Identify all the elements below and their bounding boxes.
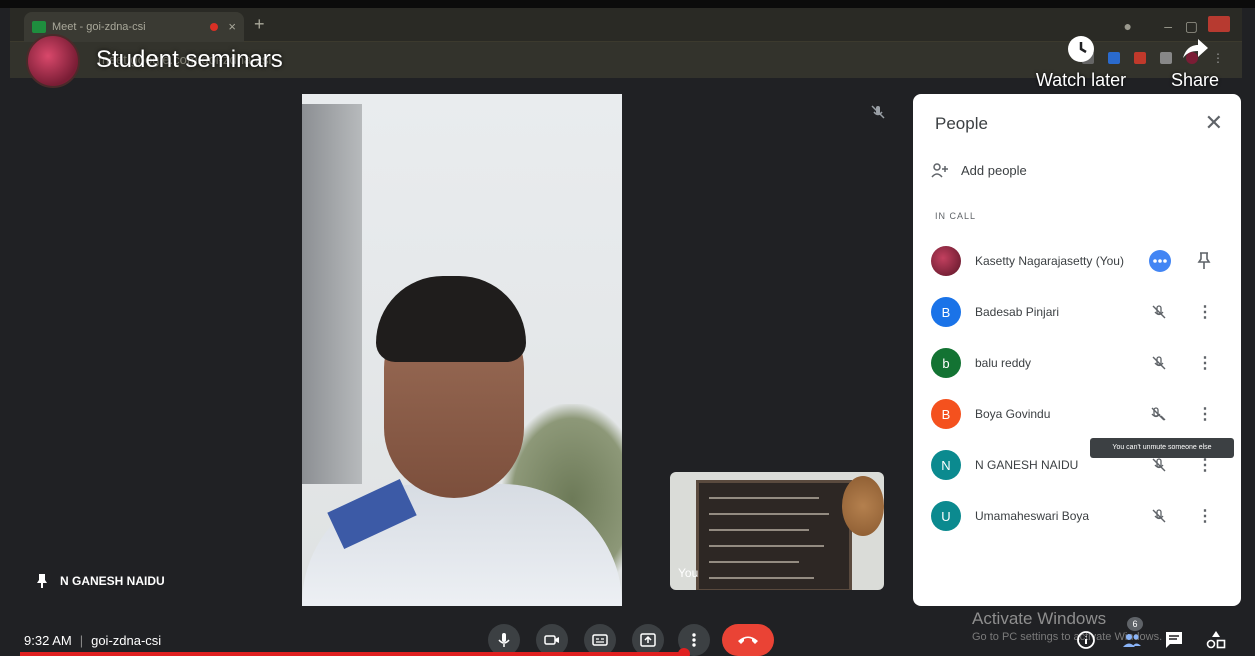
in-call-heading: IN CALL [935, 211, 977, 221]
meeting-info: 9:32 AM | goi-zdna-csi [24, 633, 161, 648]
participant-name: Boya Govindu [975, 407, 1051, 421]
tab-title: Meet - goi-zdna-csi [52, 21, 146, 33]
video-progress-scrubber[interactable] [678, 648, 690, 656]
people-panel-title: People [935, 114, 988, 133]
mic-off-icon[interactable] [1151, 355, 1167, 371]
participant-avatar: U [931, 501, 961, 531]
pin-icon [37, 574, 47, 588]
captions-icon [592, 634, 608, 646]
share-button[interactable]: Share [1140, 34, 1250, 91]
main-video-tile[interactable] [302, 94, 622, 606]
self-view-blackboard [696, 480, 852, 590]
meeting-details-icon[interactable] [1076, 630, 1096, 650]
stage-mic-off-icon [871, 105, 885, 119]
camera-icon [544, 635, 559, 645]
participant-name: N GANESH NAIDU [975, 458, 1079, 472]
self-view-label: You [678, 566, 699, 580]
participant-avatar: N [931, 450, 961, 480]
leave-call-button[interactable] [722, 624, 774, 656]
video-person-hair [376, 276, 526, 362]
pinned-participant-name: N GANESH NAIDU [60, 574, 165, 588]
more-options-icon[interactable]: ⋮ [1197, 455, 1213, 475]
window-close-button[interactable] [1208, 16, 1230, 32]
more-options-icon[interactable]: ⋮ [1197, 302, 1213, 322]
mic-icon [498, 633, 510, 647]
watch-later-button[interactable]: Watch later [1026, 34, 1136, 91]
participant-avatar: b [931, 348, 961, 378]
more-options-icon[interactable]: ⋮ [1197, 506, 1213, 526]
channel-avatar[interactable] [26, 34, 80, 88]
participant-name: Badesab Pinjari [975, 305, 1060, 319]
activate-windows-title: Activate Windows [972, 609, 1107, 628]
new-tab-button[interactable]: + [254, 14, 265, 35]
mic-off-icon[interactable] [1151, 457, 1167, 473]
window-frame [0, 0, 1255, 8]
participant-avatar [931, 246, 961, 276]
tab-close-button[interactable]: × [228, 12, 236, 42]
unmute-tooltip: You can't unmute someone else [1090, 438, 1234, 458]
more-options-icon[interactable]: ⋮ [1197, 404, 1213, 424]
vertical-dots-icon [692, 633, 696, 647]
clock-time: 9:32 AM [24, 633, 72, 648]
participant-row[interactable]: b balu reddy ⋮ [931, 347, 1231, 379]
phone-hangup-icon [738, 636, 758, 644]
screen: Meet - goi-zdna-csi × + ● – ▢ meet.googl… [0, 0, 1255, 656]
video-background-building [302, 104, 362, 484]
add-person-icon [931, 163, 948, 178]
more-options-icon[interactable]: ⋮ [1197, 353, 1213, 373]
people-panel-close-button[interactable]: ✕ [1205, 110, 1223, 136]
people-icon[interactable] [1122, 630, 1142, 650]
pinned-participant-label: N GANESH NAIDU [36, 574, 165, 588]
participant-avatar: B [931, 399, 961, 429]
participant-name: Kasetty Nagarajasetty (You) [975, 254, 1124, 268]
present-icon [640, 633, 656, 647]
participant-avatar: B [931, 297, 961, 327]
pin-participant-icon[interactable] [1197, 252, 1211, 270]
activities-icon[interactable] [1206, 630, 1226, 650]
people-panel: People ✕ Add people IN CALL Kasetty Naga… [913, 94, 1241, 606]
participant-count-badge: 6 [1127, 617, 1143, 631]
clock-icon [1068, 36, 1094, 62]
maximize-button[interactable]: ▢ [1185, 18, 1198, 35]
participant-row[interactable]: B Badesab Pinjari ⋮ [931, 296, 1231, 328]
self-view-hand [842, 476, 884, 536]
minimize-button[interactable]: – [1164, 18, 1172, 34]
share-label: Share [1170, 70, 1220, 90]
mic-off-icon[interactable] [1151, 508, 1167, 524]
account-circle-icon[interactable]: ● [1124, 18, 1132, 34]
participant-name: Umamaheswari Boya [975, 509, 1090, 523]
meeting-code[interactable]: goi-zdna-csi [91, 633, 161, 648]
participant-name: balu reddy [975, 356, 1032, 370]
meet-favicon-icon [32, 21, 46, 33]
self-view-tile[interactable]: You [670, 472, 884, 590]
participant-row[interactable]: U Umamaheswari Boya ⋮ [931, 500, 1231, 532]
mic-off-icon[interactable] [1151, 304, 1167, 320]
mic-off-hover-icon[interactable] [1151, 406, 1167, 422]
participant-row[interactable]: B Boya Govindu ⋮ [931, 398, 1231, 430]
info-separator: | [79, 633, 84, 648]
participant-row[interactable]: Kasetty Nagarajasetty (You) [931, 245, 1231, 277]
add-people-button[interactable]: Add people [931, 162, 1027, 178]
add-people-label: Add people [961, 162, 1027, 178]
chat-icon[interactable] [1164, 630, 1184, 650]
video-progress-bar[interactable] [20, 652, 684, 656]
you-more-options-icon[interactable] [1149, 250, 1171, 272]
recording-dot-icon [210, 23, 218, 31]
video-title[interactable]: Student seminars [96, 46, 283, 74]
share-arrow-icon [1183, 39, 1208, 58]
watch-later-label: Watch later [1035, 70, 1127, 90]
